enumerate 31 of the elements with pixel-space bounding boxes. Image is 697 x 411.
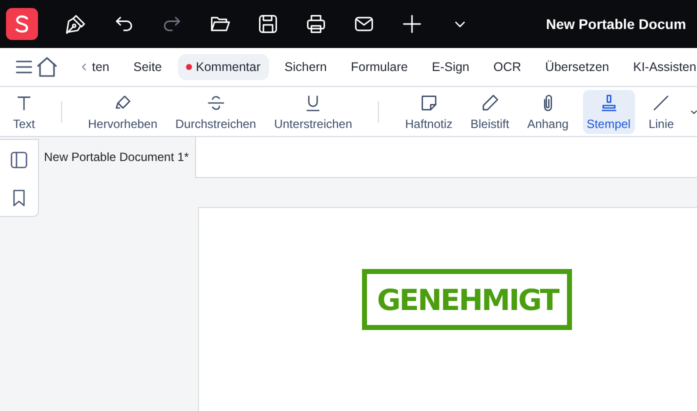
nav-tab[interactable]: Kommentar: [178, 54, 268, 80]
print-icon[interactable]: [305, 13, 327, 35]
pencil-icon: [480, 92, 500, 112]
tool-button[interactable]: Hervorheben: [84, 90, 162, 134]
home-icon[interactable]: [35, 55, 59, 79]
tool-button[interactable]: Durchstreichen: [171, 90, 260, 134]
tool-button[interactable]: Bleistift: [466, 90, 514, 134]
line-icon: [651, 92, 672, 112]
nav-tab[interactable]: E-Sign: [424, 54, 478, 80]
nav-tab[interactable]: OCR: [485, 54, 530, 80]
tool-button[interactable]: Unterstreichen: [270, 90, 356, 134]
save-icon[interactable]: [257, 13, 279, 35]
approved-stamp: GENEHMIGT: [362, 269, 572, 330]
panel-icon[interactable]: [9, 150, 29, 170]
nav-tab[interactable]: ten: [90, 54, 118, 80]
sticky-note-icon: [418, 92, 439, 112]
nav-tab[interactable]: Seite: [125, 54, 170, 80]
window-title: New Portable Docum: [546, 16, 686, 32]
pen-icon[interactable]: [65, 13, 87, 35]
tool-button[interactable]: Anhang: [523, 90, 573, 134]
nav-tab[interactable]: KI-Assisten: [625, 54, 697, 80]
tool-button[interactable]: Linie: [644, 90, 678, 134]
tool-button[interactable]: Text: [9, 90, 40, 134]
app-logo-icon[interactable]: [6, 8, 38, 40]
plus-icon[interactable]: [401, 13, 423, 35]
nav-tab[interactable]: Sichern: [276, 54, 335, 80]
stamp-icon: [598, 92, 619, 112]
tool-button[interactable]: Haftnotiz: [401, 90, 456, 134]
tool-button[interactable]: Stempel: [582, 90, 635, 134]
nav-tab[interactable]: Formulare: [342, 54, 416, 80]
nav-tab[interactable]: Übersetzen: [537, 54, 618, 80]
